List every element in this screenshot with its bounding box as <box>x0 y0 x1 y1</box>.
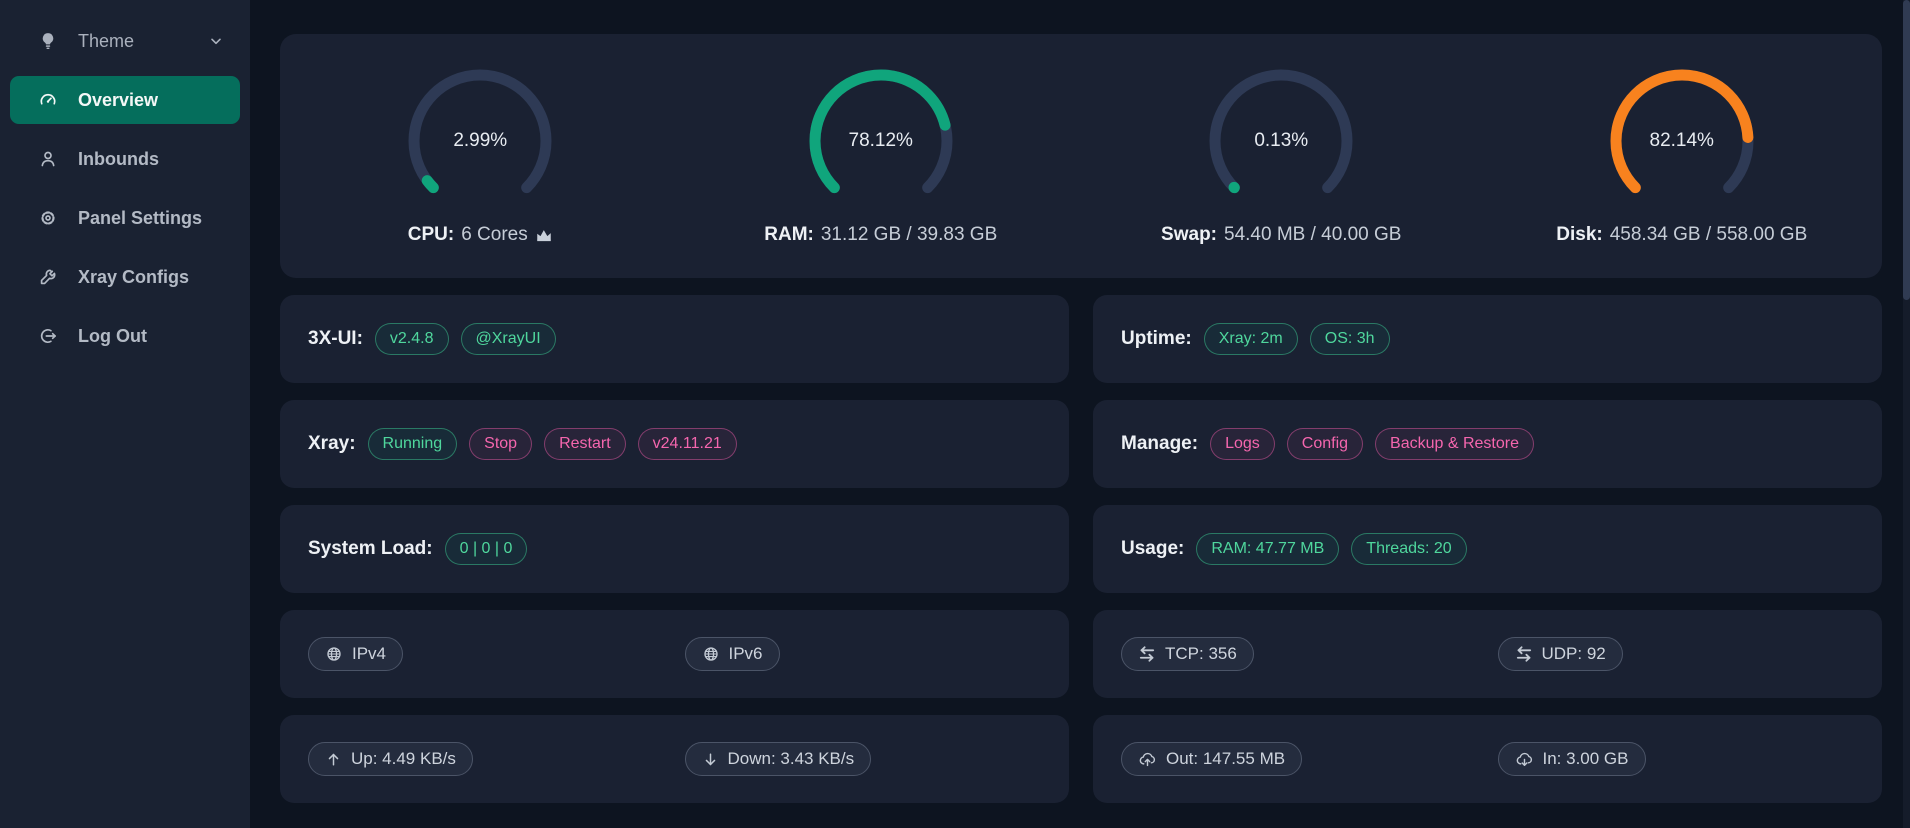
sidebar-item-label: Overview <box>78 90 158 111</box>
cpu-detail: 6 Cores <box>461 224 528 246</box>
swap-percent: 0.13% <box>1206 66 1356 216</box>
udp-count-text: UDP: 92 <box>1542 644 1606 664</box>
cpu-gauge: 2.99% CPU: 6 Cores <box>280 66 681 246</box>
main-content: 2.99% CPU: 6 Cores 78.12% <box>250 0 1910 828</box>
swap-gauge: 0.13% Swap: 54.40 MB / 40.00 GB <box>1081 66 1482 246</box>
gear-icon <box>38 208 58 228</box>
telegram-channel-tag[interactable]: @XrayUI <box>461 323 556 355</box>
sidebar-item-overview[interactable]: Overview <box>10 76 240 124</box>
wrench-icon <box>38 267 58 287</box>
globe-icon <box>702 645 720 663</box>
xray-label: Xray: <box>308 433 356 455</box>
download-speed-text: Down: 3.43 KB/s <box>728 749 855 769</box>
usage-card: Usage: RAM: 47.77 MB Threads: 20 <box>1093 505 1882 593</box>
area-chart-icon <box>535 226 553 244</box>
panel-version-label: 3X-UI: <box>308 328 363 350</box>
traffic-out-text: Out: 147.55 MB <box>1166 749 1285 769</box>
scrollbar-thumb[interactable] <box>1903 0 1910 300</box>
cloud-down-icon <box>1515 750 1534 769</box>
cpu-label: CPU: <box>408 224 454 246</box>
backup-restore-button[interactable]: Backup & Restore <box>1375 428 1534 460</box>
xray-restart-button[interactable]: Restart <box>544 428 626 460</box>
chevron-down-icon <box>208 33 224 49</box>
logs-button[interactable]: Logs <box>1210 428 1275 460</box>
disk-percent: 82.14% <box>1607 66 1757 216</box>
logout-icon <box>38 326 58 346</box>
panel-version-card: 3X-UI: v2.4.8 @XrayUI <box>280 295 1069 383</box>
sidebar-item-panel-settings[interactable]: Panel Settings <box>10 194 240 242</box>
system-load-card: System Load: 0 | 0 | 0 <box>280 505 1069 593</box>
sidebar: Theme Overview Inbounds <box>0 0 250 828</box>
udp-count-pill: UDP: 92 <box>1498 637 1623 671</box>
sidebar-item-label: Log Out <box>78 326 147 347</box>
swap-label: Swap: <box>1161 224 1217 246</box>
ipv6-text: IPv6 <box>729 644 763 664</box>
scrollbar[interactable] <box>1903 0 1910 828</box>
exchange-icon <box>1515 645 1533 663</box>
swap-detail: 54.40 MB / 40.00 GB <box>1224 224 1401 246</box>
cloud-up-icon <box>1138 750 1157 769</box>
theme-label: Theme <box>78 31 134 52</box>
ram-detail: 31.12 GB / 39.83 GB <box>821 224 997 246</box>
xray-version-button[interactable]: v24.11.21 <box>638 428 737 460</box>
sidebar-item-log-out[interactable]: Log Out <box>10 312 240 360</box>
xray-status-card: Xray: Running Stop Restart v24.11.21 <box>280 400 1069 488</box>
tcp-count-pill: TCP: 356 <box>1121 637 1254 671</box>
lightbulb-icon <box>38 31 58 51</box>
manage-card: Manage: Logs Config Backup & Restore <box>1093 400 1882 488</box>
traffic-card: Out: 147.55 MB In: 3.00 GB <box>1093 715 1882 803</box>
sidebar-item-label: Xray Configs <box>78 267 189 288</box>
globe-icon <box>325 645 343 663</box>
traffic-in-text: In: 3.00 GB <box>1543 749 1629 769</box>
upload-speed-pill: Up: 4.49 KB/s <box>308 742 473 776</box>
upload-speed-text: Up: 4.49 KB/s <box>351 749 456 769</box>
system-load-tag: 0 | 0 | 0 <box>445 533 528 565</box>
xray-uptime-tag: Xray: 2m <box>1204 323 1298 355</box>
ipv4-text: IPv4 <box>352 644 386 664</box>
traffic-in-pill: In: 3.00 GB <box>1498 742 1646 776</box>
exchange-icon <box>1138 645 1156 663</box>
disk-gauge: 82.14% Disk: 458.34 GB / 558.00 GB <box>1482 66 1883 246</box>
ram-gauge: 78.12% RAM: 31.12 GB / 39.83 GB <box>681 66 1082 246</box>
ram-label: RAM: <box>764 224 814 246</box>
ip-card: IPv4 IPv6 <box>280 610 1069 698</box>
system-gauges-card: 2.99% CPU: 6 Cores 78.12% <box>280 34 1882 278</box>
cpu-percent: 2.99% <box>405 66 555 216</box>
sidebar-item-label: Inbounds <box>78 149 159 170</box>
uptime-label: Uptime: <box>1121 328 1192 350</box>
ipv6-pill[interactable]: IPv6 <box>685 637 780 671</box>
theme-selector[interactable]: Theme <box>0 18 250 64</box>
sidebar-item-label: Panel Settings <box>78 208 202 229</box>
connections-card: TCP: 356 UDP: 92 <box>1093 610 1882 698</box>
tcp-count-text: TCP: 356 <box>1165 644 1237 664</box>
manage-label: Manage: <box>1121 433 1198 455</box>
arrow-up-icon <box>325 751 342 768</box>
threads-tag: Threads: 20 <box>1351 533 1466 565</box>
usage-label: Usage: <box>1121 538 1184 560</box>
xray-stop-button[interactable]: Stop <box>469 428 532 460</box>
ram-usage-tag: RAM: 47.77 MB <box>1196 533 1339 565</box>
gauge-icon <box>38 90 58 110</box>
speed-card: Up: 4.49 KB/s Down: 3.43 KB/s <box>280 715 1069 803</box>
sidebar-item-inbounds[interactable]: Inbounds <box>10 135 240 183</box>
person-icon <box>38 149 58 169</box>
disk-label: Disk: <box>1556 224 1602 246</box>
ipv4-pill[interactable]: IPv4 <box>308 637 403 671</box>
panel-version-tag[interactable]: v2.4.8 <box>375 323 449 355</box>
sidebar-item-xray-configs[interactable]: Xray Configs <box>10 253 240 301</box>
traffic-out-pill: Out: 147.55 MB <box>1121 742 1302 776</box>
disk-detail: 458.34 GB / 558.00 GB <box>1610 224 1808 246</box>
download-speed-pill: Down: 3.43 KB/s <box>685 742 872 776</box>
config-button[interactable]: Config <box>1287 428 1363 460</box>
system-load-label: System Load: <box>308 538 433 560</box>
ram-percent: 78.12% <box>806 66 956 216</box>
os-uptime-tag: OS: 3h <box>1310 323 1390 355</box>
uptime-card: Uptime: Xray: 2m OS: 3h <box>1093 295 1882 383</box>
arrow-down-icon <box>702 751 719 768</box>
xray-running-badge: Running <box>368 428 458 460</box>
